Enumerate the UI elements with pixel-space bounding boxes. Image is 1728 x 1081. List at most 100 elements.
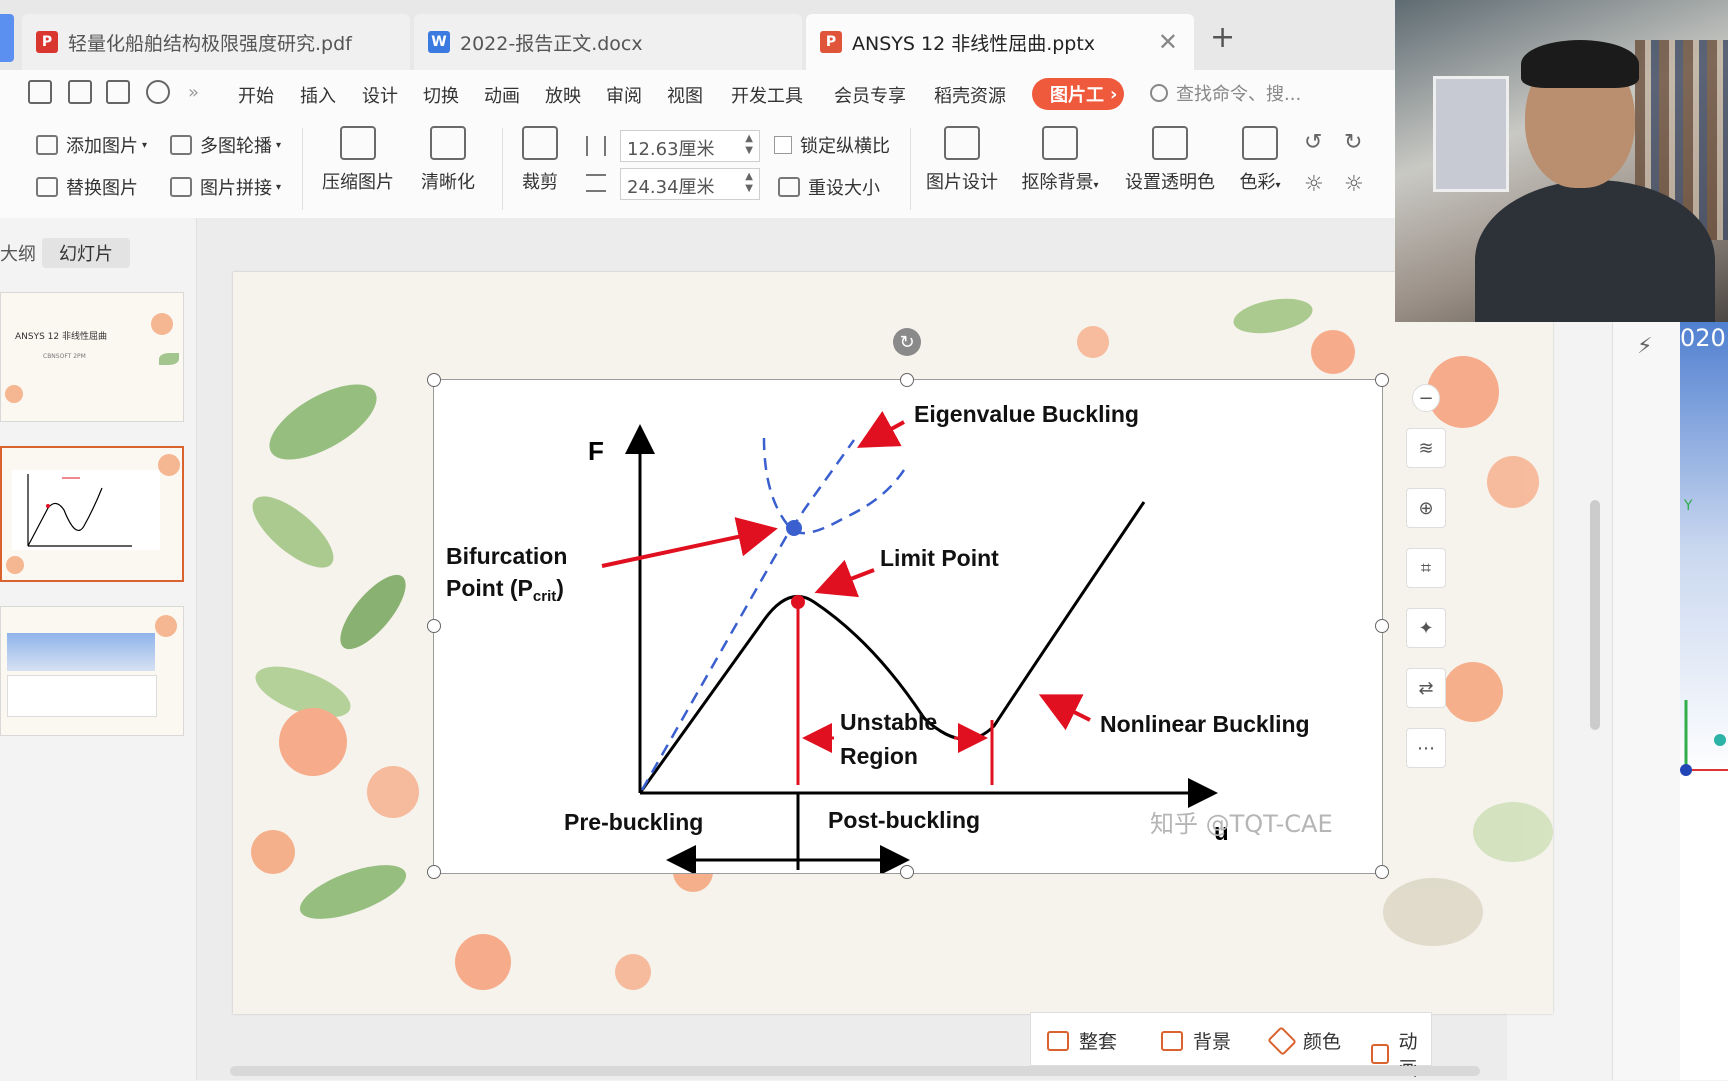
leaf-decoration	[159, 353, 179, 365]
tab-pdf[interactable]: P 轻量化船舶结构极限强度研究.pdf	[22, 14, 410, 70]
compress-button[interactable]: 压缩图片	[318, 126, 398, 194]
convert-icon[interactable]: ⇄	[1406, 668, 1446, 708]
rotate-right-icon[interactable]: ↻	[1344, 130, 1362, 155]
full-set-button[interactable]: 整套	[1047, 1027, 1117, 1054]
app-menu-button[interactable]	[0, 14, 14, 62]
spinner-icon[interactable]: ▲ ▼	[745, 133, 753, 157]
menu-animation[interactable]: 动画	[484, 82, 520, 108]
sharpen-button[interactable]: 清晰化	[408, 126, 488, 194]
new-tab-button[interactable]: +	[1210, 20, 1235, 55]
export-icon[interactable]	[68, 80, 92, 104]
close-icon[interactable]: ✕	[1158, 28, 1178, 56]
tab-docx[interactable]: W 2022-报告正文.docx	[414, 14, 802, 70]
thumbnail-title: ANSYS 12 非线性屈曲	[15, 332, 107, 342]
tab-slides[interactable]: 幻灯片	[42, 238, 130, 268]
spinner-icon[interactable]: ▲ ▼	[745, 171, 753, 195]
thumbnail-screenshot	[7, 633, 155, 671]
download-icon	[1047, 1030, 1069, 1051]
resize-handle[interactable]	[1375, 865, 1389, 879]
color-scheme-label: 颜色	[1303, 1031, 1342, 1053]
menu-review[interactable]: 审阅	[606, 82, 642, 108]
tab-pptx[interactable]: P ANSYS 12 非线性屈曲.pptx ✕	[806, 14, 1194, 70]
design-icon	[944, 126, 980, 160]
brightness-up-icon[interactable]: ☼	[1304, 172, 1324, 197]
save-icon[interactable]	[28, 80, 52, 104]
print-icon[interactable]	[106, 80, 130, 104]
menu-docer[interactable]: 稻壳资源	[934, 82, 1006, 108]
crop-button[interactable]: 裁剪	[510, 126, 570, 194]
checkbox[interactable]	[774, 136, 792, 154]
height-value: 12.63厘米	[627, 139, 715, 160]
set-transparent-button[interactable]: 设置透明色	[1122, 126, 1218, 194]
zoom-in-icon[interactable]: ⊕	[1406, 488, 1446, 528]
tab-label: ANSYS 12 非线性屈曲.pptx	[852, 32, 1096, 55]
menu-slideshow[interactable]: 放映	[545, 82, 581, 108]
rotate-handle-icon[interactable]: ↻	[893, 328, 921, 356]
background-button[interactable]: 背景	[1161, 1027, 1231, 1054]
axis-y-label: Y	[1684, 498, 1693, 514]
resize-handle[interactable]	[1375, 619, 1389, 633]
vertical-scrollbar[interactable]	[1590, 500, 1600, 730]
picture-design-label: 图片设计	[926, 172, 998, 193]
preview-icon[interactable]	[146, 80, 170, 104]
color-scheme-button[interactable]: 颜色	[1267, 1025, 1342, 1056]
lightbulb-icon[interactable]: ✦	[1406, 608, 1446, 648]
menu-developer[interactable]: 开发工具	[731, 82, 803, 108]
resize-handle[interactable]	[1375, 373, 1389, 387]
layers-icon[interactable]: ≋	[1406, 428, 1446, 468]
transparent-icon	[1152, 126, 1188, 160]
ansys-version-text: 020	[1680, 324, 1726, 352]
image-icon	[36, 135, 58, 155]
menu-design[interactable]: 设计	[362, 82, 398, 108]
resize-handle[interactable]	[427, 865, 441, 879]
ribbon-divider	[910, 128, 911, 210]
brightness-down-icon[interactable]: ☼	[1344, 172, 1364, 197]
tab-label: 轻量化船舶结构极限强度研究.pdf	[68, 32, 352, 55]
menu-member[interactable]: 会员专享	[834, 82, 906, 108]
more-options-icon[interactable]: ⋯	[1406, 728, 1446, 768]
picture-design-button[interactable]: 图片设计	[920, 126, 1004, 194]
command-search[interactable]: 查找命令、搜...	[1150, 80, 1301, 106]
rotate-left-icon[interactable]: ↺	[1304, 130, 1322, 155]
slide-panel: 大纲 幻灯片 ANSYS 12 非线性屈曲 CBNSOFT 2PM	[0, 218, 197, 1080]
resize-handle[interactable]	[427, 619, 441, 633]
wall-poster	[1433, 76, 1509, 192]
reset-size-button[interactable]: 重设大小	[778, 174, 880, 200]
resize-handle[interactable]	[900, 865, 914, 879]
person-hair	[1521, 40, 1639, 88]
collapse-icon[interactable]: −	[1412, 384, 1440, 412]
menu-view[interactable]: 视图	[667, 82, 703, 108]
remove-bg-button[interactable]: 抠除背景▾	[1014, 126, 1106, 194]
slide-thumbnail-2[interactable]	[0, 446, 184, 582]
selection-border	[433, 379, 1383, 874]
dropdown-icon: ▾	[276, 181, 282, 193]
replace-picture-button[interactable]: 替换图片	[36, 174, 138, 200]
menu-transition[interactable]: 切换	[423, 82, 459, 108]
compress-label: 压缩图片	[322, 172, 394, 193]
resize-handle[interactable]	[900, 373, 914, 387]
background-icon	[1161, 1030, 1183, 1051]
resize-handle[interactable]	[427, 373, 441, 387]
color-button[interactable]: 色彩▾	[1232, 126, 1288, 194]
menu-insert[interactable]: 插入	[300, 82, 336, 108]
collage-button[interactable]: 图片拼接 ▾	[170, 174, 281, 200]
pdf-icon: P	[36, 31, 58, 53]
lock-ratio-checkbox[interactable]: 锁定纵横比	[774, 132, 890, 158]
height-input[interactable]: 12.63厘米 ▲ ▼	[620, 130, 760, 162]
add-picture-button[interactable]: 添加图片 ▾	[36, 132, 147, 158]
tab-picture-tools[interactable]: 图片工 ›	[1032, 78, 1124, 110]
picture-tools-label: 图片工	[1050, 85, 1104, 106]
slide-thumbnail-1[interactable]: ANSYS 12 非线性屈曲 CBNSOFT 2PM	[0, 292, 184, 422]
menu-home[interactable]: 开始	[238, 82, 274, 108]
crop-label: 裁剪	[522, 172, 558, 193]
crop-icon[interactable]: ⌗	[1406, 548, 1446, 588]
lightning-icon[interactable]: ⚡	[1637, 334, 1652, 359]
carousel-button[interactable]: 多图轮播 ▾	[170, 132, 281, 158]
width-input[interactable]: 24.34厘米 ▲ ▼	[620, 168, 760, 200]
tab-outline[interactable]: 大纲	[0, 240, 36, 266]
more-icon[interactable]: »	[188, 82, 199, 103]
slide-thumbnail-3[interactable]	[0, 606, 184, 736]
horizontal-scrollbar[interactable]	[230, 1066, 1480, 1076]
width-value: 24.34厘米	[627, 177, 715, 198]
thumbnail-subtitle: CBNSOFT 2PM	[43, 353, 86, 360]
